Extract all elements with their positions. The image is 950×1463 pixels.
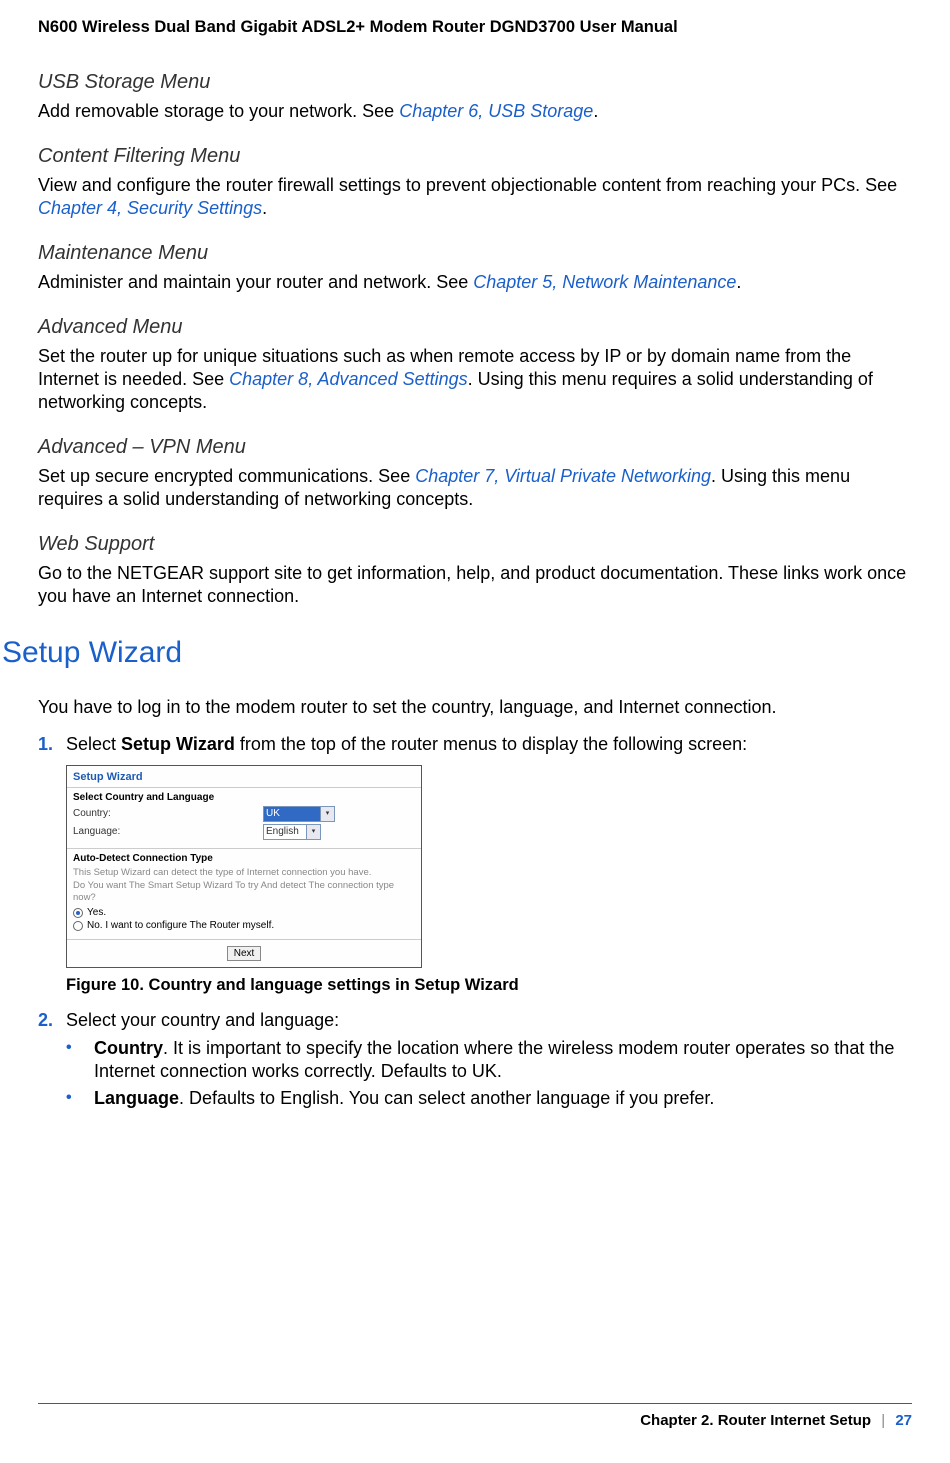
bullet-country: • Country. It is important to specify th… bbox=[66, 1037, 912, 1084]
radio-icon bbox=[73, 908, 83, 918]
radio-no[interactable]: No. I want to configure The Router mysel… bbox=[73, 920, 415, 931]
fig-line2: Do You want The Smart Setup Wizard To tr… bbox=[73, 880, 415, 906]
web-heading: Web Support bbox=[38, 533, 912, 556]
text: Add removable storage to your network. S… bbox=[38, 101, 399, 121]
text: . bbox=[593, 101, 598, 121]
page-content: USB Storage Menu Add removable storage t… bbox=[0, 71, 950, 1111]
adv-heading: Advanced Menu bbox=[38, 316, 912, 339]
fig-country-section: Select Country and Language Country: UK … bbox=[67, 788, 421, 849]
bullet-bold: Language bbox=[94, 1088, 179, 1108]
footer-page-number: 27 bbox=[895, 1412, 912, 1429]
page-footer: Chapter 2. Router Internet Setup | 27 bbox=[38, 1403, 912, 1429]
fig-line1: This Setup Wizard can detect the type of… bbox=[73, 867, 415, 880]
language-value: English bbox=[266, 825, 299, 839]
cf-heading: Content Filtering Menu bbox=[38, 145, 912, 168]
web-text: Go to the NETGEAR support site to get in… bbox=[38, 562, 912, 608]
vpn-text: Set up secure encrypted communications. … bbox=[38, 465, 912, 511]
fig-sect1-heading: Select Country and Language bbox=[73, 792, 415, 803]
footer-divider: | bbox=[881, 1412, 885, 1429]
wizard-intro: You have to log in to the modem router t… bbox=[38, 696, 912, 719]
fig-button-bar: Next bbox=[67, 940, 421, 967]
step-1: 1. Select Setup Wizard from the top of t… bbox=[38, 733, 912, 756]
bullet-country-body: Country. It is important to specify the … bbox=[94, 1037, 912, 1084]
usb-heading: USB Storage Menu bbox=[38, 71, 912, 94]
step-2-number: 2. bbox=[38, 1009, 66, 1032]
text: Select bbox=[66, 734, 121, 754]
setup-wizard-screenshot: Setup Wizard Select Country and Language… bbox=[66, 765, 422, 968]
radio-yes[interactable]: Yes. bbox=[73, 907, 415, 918]
text: Set up secure encrypted communications. … bbox=[38, 466, 415, 486]
fig-sect2-heading: Auto-Detect Connection Type bbox=[73, 853, 415, 864]
text: . It is important to specify the locatio… bbox=[94, 1038, 894, 1081]
language-select[interactable]: English ▾ bbox=[263, 824, 321, 840]
usb-text: Add removable storage to your network. S… bbox=[38, 100, 912, 123]
figure-10: Setup Wizard Select Country and Language… bbox=[66, 765, 912, 995]
fig-title: Setup Wizard bbox=[67, 766, 421, 788]
step-2-body: Select your country and language: bbox=[66, 1009, 912, 1032]
bullet-language-body: Language. Defaults to English. You can s… bbox=[94, 1087, 912, 1110]
text: . Defaults to English. You can select an… bbox=[179, 1088, 714, 1108]
radio-yes-label: Yes. bbox=[87, 907, 106, 918]
step-2: 2. Select your country and language: bbox=[38, 1009, 912, 1032]
bullet-bold: Country bbox=[94, 1038, 163, 1058]
adv-link[interactable]: Chapter 8, Advanced Settings bbox=[229, 369, 467, 389]
country-row: Country: UK ▾ bbox=[73, 806, 415, 822]
country-value: UK bbox=[266, 807, 280, 821]
usb-link[interactable]: Chapter 6, USB Storage bbox=[399, 101, 593, 121]
language-label: Language: bbox=[73, 826, 263, 837]
adv-text: Set the router up for unique situations … bbox=[38, 345, 912, 414]
cf-text: View and configure the router firewall s… bbox=[38, 174, 912, 220]
text: . bbox=[736, 272, 741, 292]
bullet-icon: • bbox=[66, 1037, 94, 1084]
cf-link[interactable]: Chapter 4, Security Settings bbox=[38, 198, 262, 218]
setup-wizard-heading: Setup Wizard bbox=[2, 636, 912, 670]
footer-chapter: Chapter 2. Router Internet Setup bbox=[640, 1412, 871, 1429]
next-button[interactable]: Next bbox=[227, 946, 262, 961]
step-1-number: 1. bbox=[38, 733, 66, 756]
text: . bbox=[262, 198, 267, 218]
figure-10-caption: Figure 10. Country and language settings… bbox=[66, 976, 912, 995]
chevron-down-icon: ▾ bbox=[306, 825, 320, 839]
mt-link[interactable]: Chapter 5, Network Maintenance bbox=[473, 272, 736, 292]
country-label: Country: bbox=[73, 808, 263, 819]
mt-text: Administer and maintain your router and … bbox=[38, 271, 912, 294]
text: from the top of the router menus to disp… bbox=[235, 734, 747, 754]
text: View and configure the router firewall s… bbox=[38, 175, 897, 195]
vpn-link[interactable]: Chapter 7, Virtual Private Networking bbox=[415, 466, 711, 486]
radio-no-label: No. I want to configure The Router mysel… bbox=[87, 920, 274, 931]
mt-heading: Maintenance Menu bbox=[38, 242, 912, 265]
bullet-language: • Language. Defaults to English. You can… bbox=[66, 1087, 912, 1110]
chevron-down-icon: ▾ bbox=[320, 807, 334, 821]
language-row: Language: English ▾ bbox=[73, 824, 415, 840]
step-1-bold: Setup Wizard bbox=[121, 734, 235, 754]
country-select[interactable]: UK ▾ bbox=[263, 806, 335, 822]
fig-autodetect-section: Auto-Detect Connection Type This Setup W… bbox=[67, 849, 421, 940]
page-header: N600 Wireless Dual Band Gigabit ADSL2+ M… bbox=[0, 0, 950, 49]
radio-icon bbox=[73, 921, 83, 931]
text: Administer and maintain your router and … bbox=[38, 272, 473, 292]
vpn-heading: Advanced – VPN Menu bbox=[38, 436, 912, 459]
step-1-body: Select Setup Wizard from the top of the … bbox=[66, 733, 912, 756]
bullet-icon: • bbox=[66, 1087, 94, 1110]
